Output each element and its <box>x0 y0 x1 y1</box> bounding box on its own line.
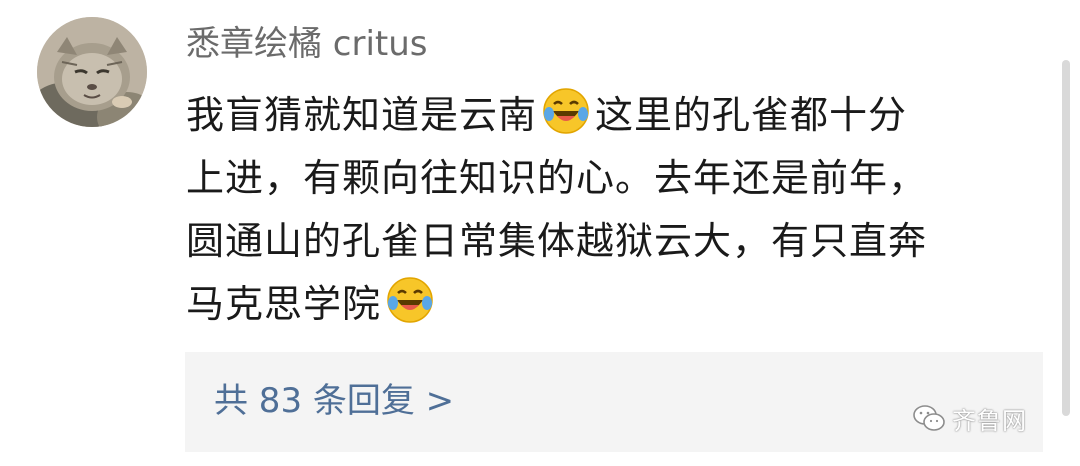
watermark: 齐鲁网 <box>912 396 1027 440</box>
comment-text: 我盲猜就知道是云南 <box>186 93 538 137</box>
avatar[interactable] <box>37 17 147 127</box>
comment-text: 上进，有颗向往知识的心。去年还是前年， <box>186 156 928 200</box>
watermark-text: 齐鲁网 <box>952 406 1027 435</box>
comment-line: 我盲猜就知道是云南 这里的孔雀都十分 <box>186 84 1036 147</box>
comment-text: 这里的孔雀都十分 <box>595 93 908 137</box>
comment-text: 圆通山的孔雀日常集体越狱云大，有只直奔 <box>186 219 928 263</box>
comment-line: 上进，有颗向往知识的心。去年还是前年， <box>186 147 1036 210</box>
scrollbar[interactable] <box>1062 60 1070 416</box>
comment-page: 悉章绘橘 critus 我盲猜就知道是云南 这里的孔雀都十分 上进，有颗向往知识… <box>0 0 1080 466</box>
wechat-icon <box>913 405 945 431</box>
cat-avatar-icon <box>37 17 147 127</box>
comment-line: 圆通山的孔雀日常集体越狱云大，有只直奔 <box>186 210 1036 273</box>
laughing-crying-emoji-icon <box>543 88 589 134</box>
laughing-crying-emoji-icon <box>387 277 433 323</box>
comment-line: 马克思学院 <box>186 273 1036 336</box>
comment-username[interactable]: 悉章绘橘 critus <box>186 22 428 66</box>
view-replies-link[interactable]: 共 83 条回复 > <box>214 376 454 426</box>
comment-text: 马克思学院 <box>186 282 382 326</box>
comment-body: 我盲猜就知道是云南 这里的孔雀都十分 上进，有颗向往知识的心。去年还是前年， 圆… <box>186 84 1036 336</box>
